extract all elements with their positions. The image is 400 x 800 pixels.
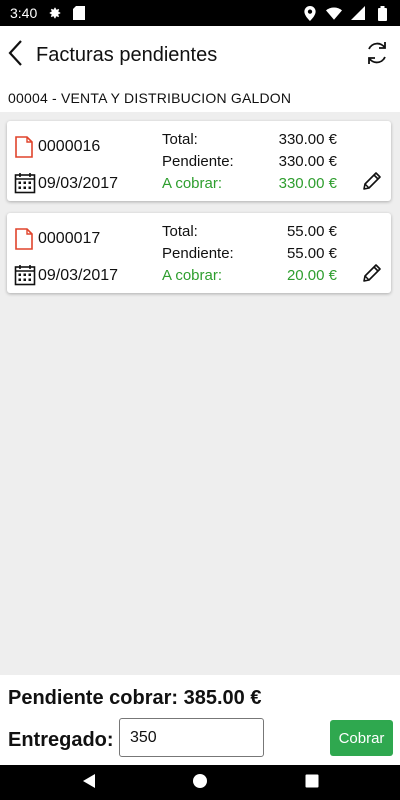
pending-total: Pendiente cobrar: 385.00 € xyxy=(8,687,262,709)
total-label: Total: xyxy=(162,223,198,240)
pencil-icon xyxy=(361,262,383,289)
edit-button[interactable] xyxy=(359,170,385,196)
invoice-date: 09/03/2017 xyxy=(38,267,119,284)
nav-back-button[interactable] xyxy=(78,772,100,794)
chevron-left-icon xyxy=(7,39,23,72)
delivered-label: Entregado: xyxy=(8,729,114,751)
pencil-icon xyxy=(361,170,383,197)
edit-button[interactable] xyxy=(359,262,385,288)
to-charge-label: A cobrar: xyxy=(162,267,223,284)
invoice-number: 0000016 xyxy=(38,138,101,155)
wifi-icon xyxy=(326,5,342,21)
status-time: 3:40 xyxy=(10,5,38,21)
sync-button[interactable] xyxy=(362,40,392,70)
pending-label: Pendiente: xyxy=(162,245,234,262)
sync-icon xyxy=(363,39,391,72)
invoice-date: 09/03/2017 xyxy=(38,175,119,192)
invoice-card[interactable]: 0000017 09/03/2017 Total: 55.00 € Pendie… xyxy=(7,213,391,293)
to-charge-value: 330.00 € xyxy=(278,175,337,192)
page-title: Facturas pendientes xyxy=(36,43,218,66)
pending-label: Pendiente: xyxy=(162,153,234,170)
gear-icon xyxy=(47,5,63,21)
delivered-amount-input[interactable] xyxy=(119,718,264,757)
location-icon xyxy=(302,5,318,21)
signal-icon xyxy=(350,5,366,21)
status-bar: 3:40 xyxy=(0,0,400,26)
battery-icon xyxy=(374,5,390,21)
to-charge-value: 20.00 € xyxy=(286,267,337,284)
invoice-number: 0000017 xyxy=(38,230,101,247)
circle-home-icon xyxy=(192,773,208,794)
calendar-icon xyxy=(14,172,36,194)
total-value: 55.00 € xyxy=(286,223,337,240)
system-nav-bar xyxy=(0,765,400,800)
total-label: Total: xyxy=(162,131,198,148)
payment-footer: Pendiente cobrar: 385.00 € Entregado: Co… xyxy=(0,675,400,765)
client-name: 00004 - VENTA Y DISTRIBUCION GALDON xyxy=(0,84,400,112)
charge-button[interactable]: Cobrar xyxy=(330,720,393,756)
total-value: 330.00 € xyxy=(278,131,337,148)
document-icon xyxy=(15,136,33,158)
pending-value: 330.00 € xyxy=(278,153,337,170)
square-recents-icon xyxy=(305,774,319,793)
to-charge-label: A cobrar: xyxy=(162,175,223,192)
triangle-back-icon xyxy=(82,773,96,794)
back-button[interactable] xyxy=(0,26,30,84)
calendar-icon xyxy=(14,264,36,286)
app-bar: Facturas pendientes xyxy=(0,26,400,84)
invoice-card[interactable]: 0000016 09/03/2017 Total: 330.00 € Pendi… xyxy=(7,121,391,201)
document-icon xyxy=(15,228,33,250)
nav-recents-button[interactable] xyxy=(301,772,323,794)
invoice-list: 0000016 09/03/2017 Total: 330.00 € Pendi… xyxy=(0,112,400,675)
pending-value: 55.00 € xyxy=(286,245,337,262)
nav-home-button[interactable] xyxy=(189,772,211,794)
sd-card-icon xyxy=(71,5,87,21)
